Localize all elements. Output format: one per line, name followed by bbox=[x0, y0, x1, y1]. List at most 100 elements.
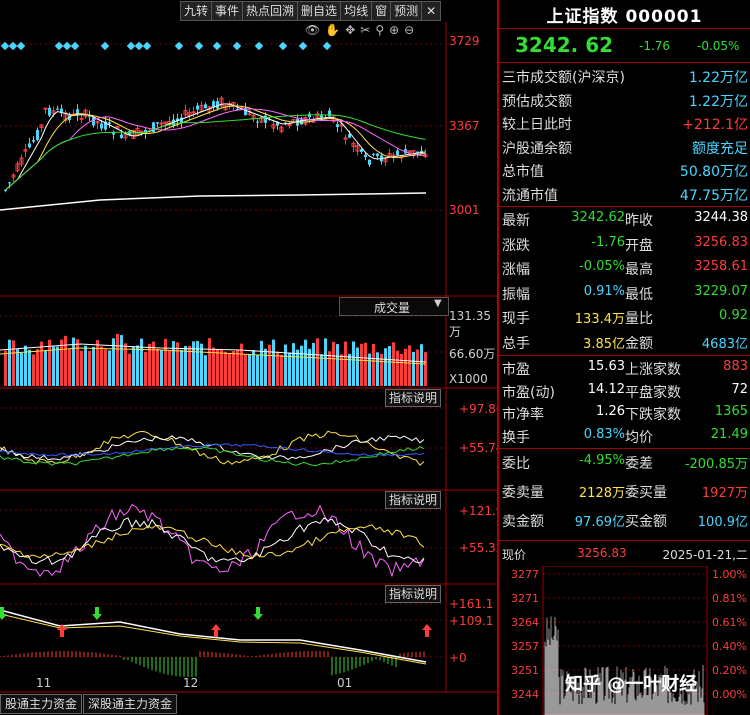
info-row: 三市成交额(沪深京) 1.22万亿 bbox=[499, 64, 750, 88]
tab-sh-connect-flow[interactable]: 股通主力资金 bbox=[0, 694, 83, 714]
volume-bar bbox=[56, 346, 59, 386]
tab-sz-connect-flow[interactable]: 深股通主力资金 bbox=[83, 694, 178, 714]
zoom-in-icon[interactable]: ⊕ bbox=[389, 23, 399, 37]
event-marker bbox=[100, 41, 110, 51]
volume-bar bbox=[92, 346, 95, 386]
window-button[interactable]: 窗 bbox=[371, 1, 392, 21]
quote-value: 100.9亿 bbox=[697, 515, 748, 530]
volume-bar bbox=[336, 344, 339, 386]
candle-body bbox=[156, 122, 159, 124]
quote-label: 总手 bbox=[502, 335, 530, 352]
forecast-button[interactable]: 预测 bbox=[390, 1, 423, 21]
volume-bar bbox=[180, 349, 183, 386]
event-marker bbox=[212, 41, 222, 51]
volume-bar bbox=[156, 349, 159, 386]
quote-label: 金额 bbox=[625, 335, 653, 352]
volume-bar bbox=[384, 348, 387, 386]
volume-bar bbox=[116, 333, 119, 386]
volume-indicator-select[interactable]: 成交量 ▼ bbox=[339, 297, 449, 316]
candle-body bbox=[368, 159, 371, 165]
event-marker bbox=[8, 41, 18, 51]
candle-body bbox=[212, 101, 215, 107]
info-row: 总市值 50.80万亿 bbox=[499, 158, 750, 182]
mini-right-tick: 0.81% bbox=[712, 592, 747, 605]
quote-value: 72 bbox=[731, 381, 748, 397]
volume-bar bbox=[396, 350, 399, 386]
candle-body bbox=[396, 150, 399, 156]
volume-bar bbox=[136, 345, 139, 386]
event-marker bbox=[0, 41, 10, 51]
quote-label: 昨收 bbox=[625, 213, 653, 229]
volume-tick-mid: 66.60万 bbox=[449, 347, 496, 361]
volume-bar bbox=[28, 349, 31, 386]
info-label: 总市值 bbox=[502, 164, 544, 180]
volume-bar bbox=[248, 354, 251, 386]
quote-value: 3242.62 bbox=[571, 210, 625, 225]
indicator-note-button-3[interactable]: 指标说明 bbox=[385, 585, 441, 603]
volume-bar bbox=[100, 346, 103, 386]
indicator-note-button-1[interactable]: 指标说明 bbox=[385, 389, 441, 407]
mini-left-tick: 3264 bbox=[511, 616, 539, 629]
chart-area[interactable]: 九转 事件 热点回溯 删自选 均线 窗 预测 ✕ 👁 ✋ ✥ ✂ ⚲ ⊕ ⊖ 3… bbox=[0, 0, 503, 715]
chart-canvas[interactable] bbox=[0, 0, 497, 715]
x-tick-jan: 01 bbox=[337, 676, 353, 690]
candle-body bbox=[372, 153, 375, 155]
indicator-note-button-2[interactable]: 指标说明 bbox=[385, 491, 441, 509]
quote-value: 883 bbox=[723, 359, 748, 374]
volume-bar bbox=[76, 339, 79, 386]
y-tick-low: 3001 bbox=[449, 203, 480, 217]
remove-watchlist-button[interactable]: 删自选 bbox=[297, 1, 342, 21]
volume-bar bbox=[304, 339, 307, 386]
volume-bar bbox=[256, 354, 259, 386]
mini-right-tick: 0.40% bbox=[712, 640, 747, 653]
candle-body bbox=[28, 143, 31, 148]
quote-label: 委买量 bbox=[625, 485, 667, 501]
eye-icon[interactable]: 👁 bbox=[305, 23, 320, 37]
candle-body bbox=[79, 117, 84, 120]
watermark: 知乎 @一叶财经 bbox=[565, 674, 698, 695]
y-tick-top: 3729 bbox=[449, 34, 480, 48]
zoom-out-icon[interactable]: ⊖ bbox=[404, 23, 414, 37]
volume-bar bbox=[164, 338, 167, 386]
volume-bar bbox=[104, 349, 107, 386]
quote-label: 量比 bbox=[625, 311, 653, 327]
quote-label: 上涨家数 bbox=[625, 362, 681, 378]
quote-label: 委卖量 bbox=[502, 485, 544, 501]
quote-value: 3.85亿 bbox=[583, 336, 625, 352]
volume-bar bbox=[348, 353, 351, 386]
jiuzhuan-button[interactable]: 九转 bbox=[180, 1, 213, 21]
hand-icon[interactable]: ✋ bbox=[325, 23, 340, 37]
volume-bar bbox=[52, 346, 55, 386]
candle-body bbox=[196, 105, 199, 110]
info-row: 预估成交额 1.22万亿 bbox=[499, 88, 750, 112]
volume-bar bbox=[252, 350, 255, 386]
volume-bar bbox=[208, 338, 211, 386]
scissors-icon[interactable]: ✂ bbox=[360, 23, 370, 37]
candle-body bbox=[8, 182, 11, 184]
pin-icon[interactable]: ⚲ bbox=[375, 23, 384, 37]
volume-bar bbox=[312, 342, 315, 386]
candle-body bbox=[264, 115, 267, 123]
quote-value: 1365 bbox=[714, 404, 748, 419]
volume-bar bbox=[412, 351, 415, 386]
volume-bar bbox=[168, 350, 171, 386]
volume-bar bbox=[16, 349, 19, 386]
info-label: 沪股通余额 bbox=[502, 140, 572, 157]
events-button[interactable]: 事件 bbox=[211, 1, 244, 21]
volume-bar bbox=[36, 349, 39, 386]
quote-label: 卖金额 bbox=[502, 514, 544, 530]
volume-bar bbox=[284, 344, 287, 386]
moving-average-button[interactable]: 均线 bbox=[340, 1, 373, 21]
quote-value: 3244.38 bbox=[694, 210, 748, 225]
candle-body bbox=[328, 110, 331, 117]
volume-tick-unit: X1000 bbox=[449, 372, 488, 386]
hotspot-review-button[interactable]: 热点回溯 bbox=[242, 1, 299, 21]
candle-body bbox=[364, 154, 367, 158]
move-icon[interactable]: ✥ bbox=[345, 23, 355, 37]
info-value: 1.22万亿 bbox=[688, 70, 748, 86]
candle-body bbox=[108, 122, 111, 124]
divider bbox=[499, 448, 750, 449]
event-marker bbox=[70, 41, 80, 51]
close-icon[interactable]: ✕ bbox=[421, 1, 442, 21]
mini-left-tick: 3271 bbox=[511, 592, 539, 605]
